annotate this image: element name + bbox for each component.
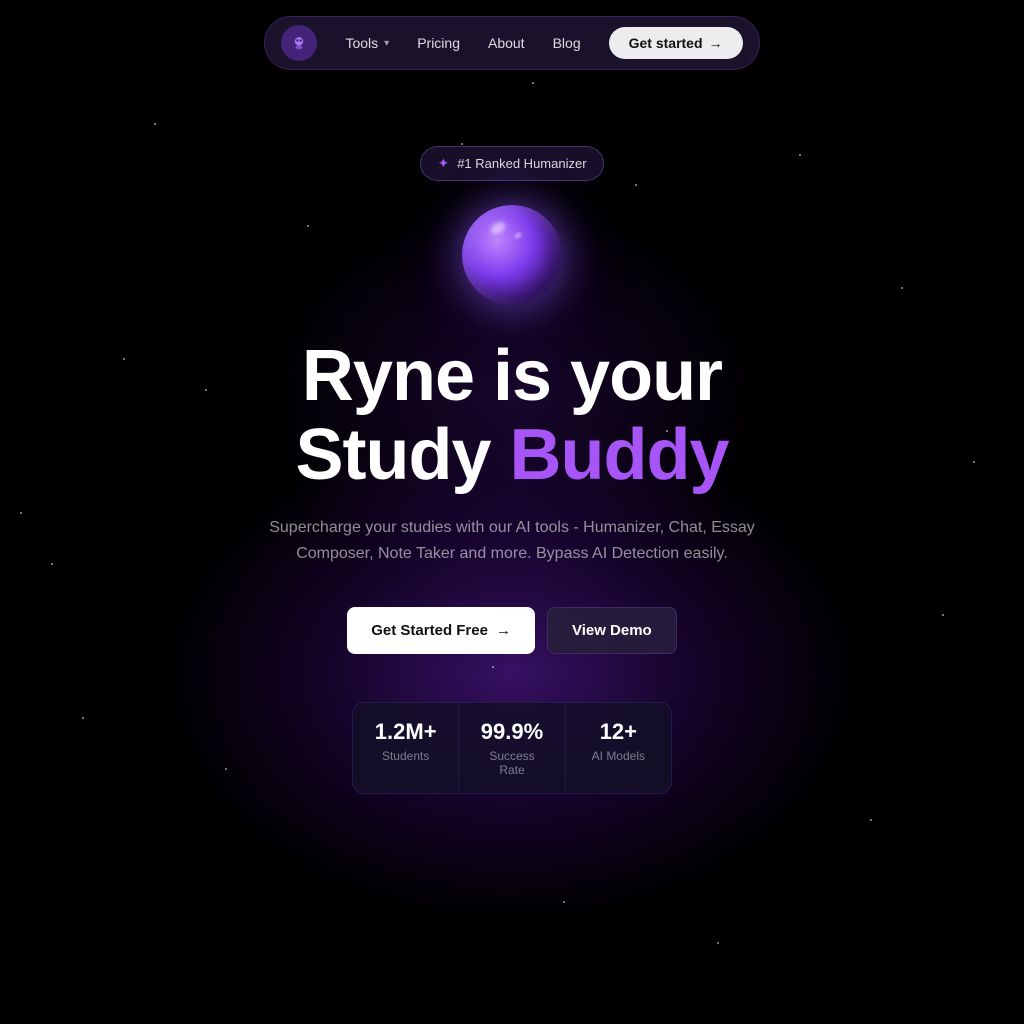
stats-card: 1.2M+ Students 99.9% Success Rate 12+ AI Mode…	[352, 702, 672, 794]
nav-pricing-link[interactable]: Pricing	[405, 29, 472, 57]
stat-label: Success Rate	[479, 749, 544, 777]
view-demo-label: View Demo	[572, 622, 652, 639]
stat-value: 12+	[586, 719, 651, 745]
hero-orb	[462, 205, 562, 305]
chevron-down-icon: ▾	[384, 38, 389, 49]
view-demo-button[interactable]: View Demo	[547, 607, 677, 654]
hero-title-line1: Ryne is your	[295, 337, 728, 416]
star	[717, 942, 719, 944]
get-started-button[interactable]: Get Started Free →	[347, 607, 535, 654]
nav-tools-dropdown[interactable]: Tools ▾	[333, 29, 401, 57]
badge-text: #1 Ranked Humanizer	[457, 156, 586, 171]
cta-group: Get Started Free → View Demo	[347, 607, 676, 654]
logo[interactable]	[281, 25, 317, 61]
stat-item: 1.2M+ Students	[353, 703, 459, 793]
stat-label: AI Models	[586, 749, 651, 763]
nav-container: Tools ▾ Pricing About Blog Get started →	[264, 16, 759, 70]
stat-value: 99.9%	[479, 719, 544, 745]
arrow-icon: →	[709, 35, 723, 51]
hero-title: Ryne is your Study Buddy	[295, 337, 728, 495]
hero-title-buddy: Buddy	[510, 415, 729, 495]
nav-blog-link[interactable]: Blog	[541, 29, 593, 57]
nav-tools-label: Tools	[345, 35, 378, 51]
stat-item: 12+ AI Models	[566, 703, 671, 793]
stat-label: Students	[373, 749, 438, 763]
nav-about-link[interactable]: About	[476, 29, 537, 57]
sparkle-icon: ✦	[437, 155, 449, 172]
stat-value: 1.2M+	[373, 719, 438, 745]
ranked-badge: ✦ #1 Ranked Humanizer	[420, 146, 603, 181]
hero-section: ✦ #1 Ranked Humanizer Ryne is your Study…	[0, 86, 1024, 794]
star	[563, 901, 565, 903]
stat-item: 99.9% Success Rate	[459, 703, 565, 793]
hero-title-study: Study	[295, 415, 490, 495]
hero-subtitle: Supercharge your studies with our AI too…	[252, 515, 772, 566]
navbar: Tools ▾ Pricing About Blog Get started →	[0, 0, 1024, 86]
nav-cta-label: Get started	[629, 35, 703, 51]
nav-cta-button[interactable]: Get started →	[609, 27, 743, 59]
arrow-right-icon: →	[496, 622, 511, 639]
get-started-label: Get Started Free	[371, 622, 488, 639]
hero-title-line2: Study Buddy	[295, 416, 728, 495]
nav-links: Tools ▾ Pricing About Blog	[333, 29, 592, 57]
star	[870, 819, 872, 821]
